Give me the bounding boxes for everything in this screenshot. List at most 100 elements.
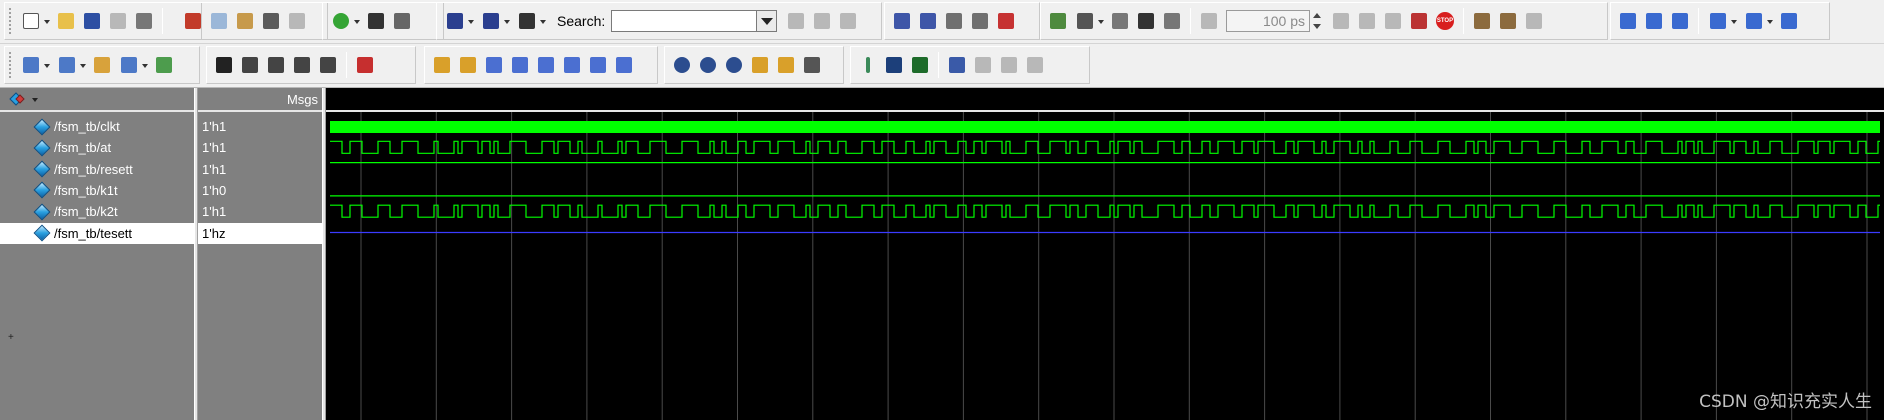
waveform-canvas[interactable] bbox=[326, 88, 1884, 420]
coverage-button[interactable] bbox=[1523, 9, 1545, 33]
step-back-over-button[interactable] bbox=[1742, 9, 1774, 33]
search-prev-button[interactable] bbox=[785, 9, 807, 33]
show-cursor-button[interactable] bbox=[857, 53, 879, 77]
signal-row[interactable]: /fsm_tb/clkt bbox=[0, 116, 198, 137]
traffic-button[interactable] bbox=[354, 53, 376, 77]
next-rising-button[interactable] bbox=[613, 53, 635, 77]
step-over-button[interactable] bbox=[515, 9, 547, 33]
prev-edge-button[interactable] bbox=[483, 53, 505, 77]
pan-mode-button[interactable] bbox=[265, 53, 287, 77]
compile-all-button[interactable] bbox=[917, 9, 939, 33]
layout-export-button[interactable] bbox=[153, 53, 175, 77]
toolbar-grip[interactable] bbox=[9, 8, 13, 34]
signal-value-row[interactable]: 1'h1 bbox=[198, 159, 326, 180]
simulate-button[interactable] bbox=[1047, 9, 1069, 33]
show-dividers-button[interactable] bbox=[883, 53, 905, 77]
new-file-button[interactable] bbox=[19, 9, 51, 33]
format-button[interactable] bbox=[391, 9, 413, 33]
search-next-button[interactable] bbox=[811, 9, 833, 33]
open-button[interactable] bbox=[55, 9, 77, 33]
show-bars-button[interactable] bbox=[909, 53, 931, 77]
compile-options-button[interactable] bbox=[969, 9, 991, 33]
layout-zoom-button[interactable] bbox=[117, 53, 149, 77]
step-back-button[interactable] bbox=[1706, 9, 1738, 33]
cut-button[interactable] bbox=[182, 9, 204, 33]
edge-style-button[interactable] bbox=[972, 53, 994, 77]
run-length-button[interactable] bbox=[1198, 9, 1220, 33]
zoom-window-button[interactable] bbox=[801, 53, 823, 77]
forward-button[interactable] bbox=[1161, 9, 1183, 33]
back-button[interactable] bbox=[1135, 9, 1157, 33]
stretch-mode-button[interactable] bbox=[317, 53, 339, 77]
edit-mode-button[interactable] bbox=[291, 53, 313, 77]
signal-style-button[interactable] bbox=[998, 53, 1020, 77]
signal-row[interactable]: /fsm_tb/k1t bbox=[0, 180, 198, 201]
next-edge-button[interactable] bbox=[509, 53, 531, 77]
layout-edit-button[interactable] bbox=[91, 53, 113, 77]
step-out-sim-button[interactable] bbox=[1669, 9, 1691, 33]
signal-value-row[interactable]: 1'h1 bbox=[198, 116, 326, 137]
step-into-button[interactable] bbox=[443, 9, 475, 33]
wave-style-button[interactable] bbox=[946, 53, 968, 77]
break-sim-button[interactable] bbox=[1408, 9, 1430, 33]
save-button[interactable] bbox=[81, 9, 103, 33]
signal-value-row[interactable]: 1'hz bbox=[198, 222, 326, 244]
delete-cursor-button[interactable] bbox=[457, 53, 479, 77]
layout-save-button[interactable] bbox=[55, 53, 87, 77]
add-button[interactable] bbox=[329, 9, 361, 33]
reload-button[interactable] bbox=[107, 9, 129, 33]
signal-names-pane[interactable]: /fsm_tb/clkt/fsm_tb/at/fsm_tb/resett/fsm… bbox=[0, 88, 198, 420]
waveform-pane[interactable] bbox=[326, 88, 1884, 420]
compile-button[interactable] bbox=[891, 9, 913, 33]
continue-button[interactable] bbox=[1356, 9, 1378, 33]
paste-button[interactable] bbox=[234, 9, 256, 33]
signal-value-row[interactable]: 1'h0 bbox=[198, 180, 326, 201]
find-button[interactable] bbox=[365, 9, 387, 33]
redo-button[interactable] bbox=[286, 9, 308, 33]
select-mode-button[interactable] bbox=[213, 53, 235, 77]
spin-up-icon[interactable] bbox=[1310, 10, 1324, 21]
signal-values-pane[interactable]: Msgs 1'h1 1'h1 1'h1 1'h0 1'h1 1'hz bbox=[198, 88, 326, 420]
compile-selected-button[interactable] bbox=[943, 9, 965, 33]
signal-value-row[interactable]: 1'h1 bbox=[198, 201, 326, 222]
toolbar-grip[interactable] bbox=[9, 52, 13, 78]
insert-cursor-button[interactable] bbox=[431, 53, 453, 77]
next-falling-button[interactable] bbox=[561, 53, 583, 77]
run-time-input[interactable]: 100 ps bbox=[1226, 10, 1310, 32]
run-time-spinner[interactable] bbox=[1310, 10, 1324, 32]
run-all-button[interactable] bbox=[1382, 9, 1404, 33]
step-button[interactable] bbox=[1617, 9, 1639, 33]
spin-down-icon[interactable] bbox=[1310, 21, 1324, 32]
performance-button[interactable] bbox=[1471, 9, 1493, 33]
undo-button[interactable] bbox=[260, 9, 282, 33]
step-over-sim-button[interactable] bbox=[1643, 9, 1665, 33]
layout-load-button[interactable] bbox=[19, 53, 51, 77]
signal-row[interactable]: /fsm_tb/k2t bbox=[0, 201, 198, 222]
zoom-full-button[interactable] bbox=[723, 53, 745, 77]
zoom-out-button[interactable] bbox=[697, 53, 719, 77]
signal-format-button[interactable] bbox=[1024, 53, 1046, 77]
print-button[interactable] bbox=[133, 9, 155, 33]
signal-value-row[interactable]: 1'h1 bbox=[198, 137, 326, 158]
memory-button[interactable] bbox=[1497, 9, 1519, 33]
signal-expand-icon[interactable] bbox=[8, 91, 38, 107]
zoom-in-button[interactable] bbox=[671, 53, 693, 77]
search-dropdown-button[interactable] bbox=[757, 10, 778, 32]
copy-button[interactable] bbox=[208, 9, 230, 33]
restore-button[interactable] bbox=[1778, 9, 1800, 33]
prev-falling-button[interactable] bbox=[535, 53, 557, 77]
search-options-button[interactable] bbox=[837, 9, 859, 33]
step-out-button[interactable] bbox=[479, 9, 511, 33]
zoom-cursor-button[interactable] bbox=[749, 53, 771, 77]
zoom-mode-button[interactable] bbox=[239, 53, 261, 77]
run-button[interactable] bbox=[1330, 9, 1352, 33]
signal-row[interactable]: /fsm_tb/tesett bbox=[0, 222, 198, 244]
search-input[interactable] bbox=[611, 10, 758, 32]
zoom-range-button[interactable] bbox=[775, 53, 797, 77]
break-button[interactable] bbox=[995, 9, 1017, 33]
up-button[interactable] bbox=[1109, 9, 1131, 33]
prev-rising-button[interactable] bbox=[587, 53, 609, 77]
signal-row[interactable]: /fsm_tb/resett bbox=[0, 159, 198, 180]
signal-row[interactable]: /fsm_tb/at bbox=[0, 137, 198, 158]
stop-button[interactable]: STOP bbox=[1434, 9, 1456, 33]
